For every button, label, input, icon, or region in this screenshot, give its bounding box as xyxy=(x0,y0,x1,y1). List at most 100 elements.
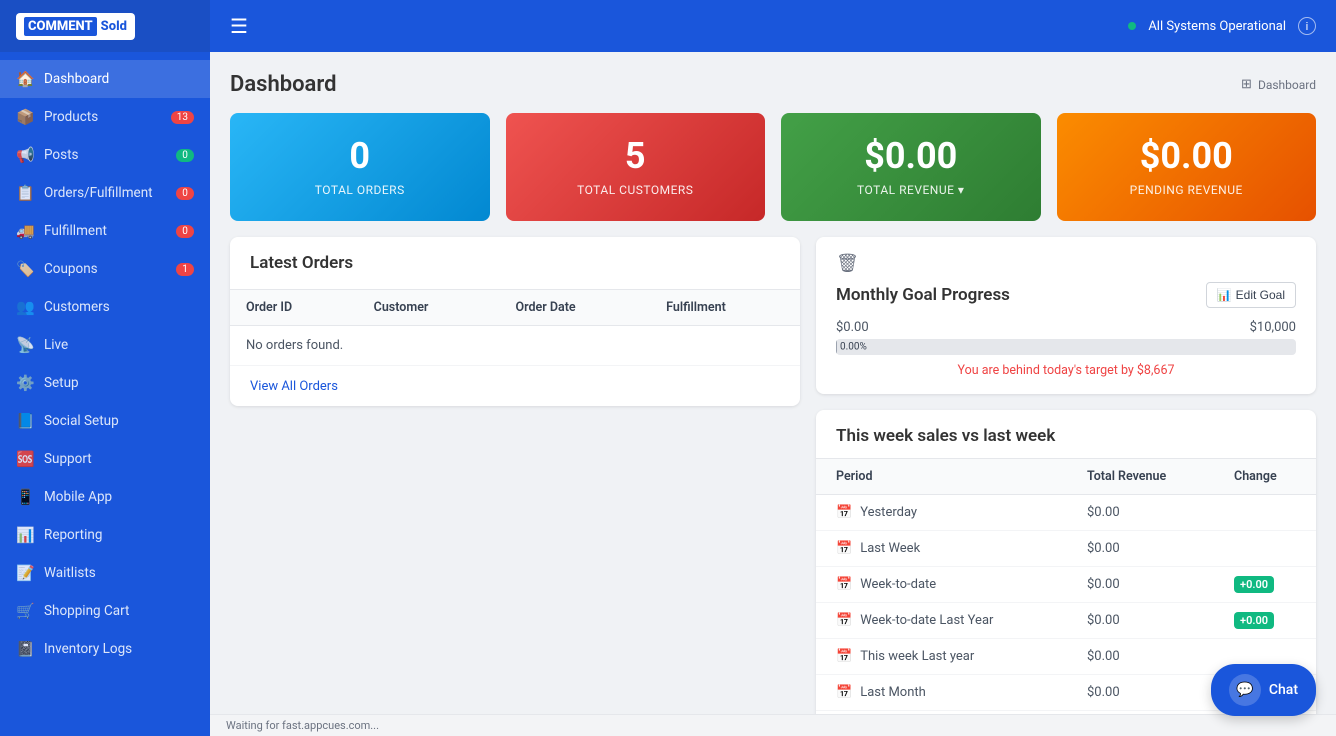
nav-label: Fulfillment xyxy=(44,223,107,239)
orders-col-order-id: Order ID xyxy=(230,290,358,326)
topbar: ☰ All Systems Operational i xyxy=(210,0,1336,52)
nav-icon: 📦 xyxy=(16,108,34,126)
nav-icon: 👥 xyxy=(16,298,34,316)
change-badge: +0.00 xyxy=(1234,576,1274,593)
weekly-row: 📅Last Week$0.00 xyxy=(816,531,1316,567)
latest-orders-header: Latest Orders xyxy=(230,237,800,290)
sidebar-item-products[interactable]: 📦 Products 13 xyxy=(0,98,210,136)
latest-orders-card: Latest Orders Order IDCustomerOrder Date… xyxy=(230,237,800,406)
status-bar-text: Waiting for fast.appcues.com... xyxy=(226,719,379,732)
nav-icon: 📘 xyxy=(16,412,34,430)
sidebar-item-posts[interactable]: 📢 Posts 0 xyxy=(0,136,210,174)
monthly-goal-card: 🗑 Monthly Goal Progress 📊 Edit Goal $0.0… xyxy=(816,237,1316,394)
calendar-icon: 📅 xyxy=(836,613,852,628)
chat-button[interactable]: 💬 Chat xyxy=(1211,664,1316,716)
sidebar-nav: 🏠 Dashboard 📦 Products 13📢 Posts 0📋 Orde… xyxy=(0,52,210,736)
orders-col-customer: Customer xyxy=(358,290,500,326)
info-icon[interactable]: i xyxy=(1298,17,1316,35)
stat-number: $0.00 xyxy=(1140,137,1233,177)
status-indicator xyxy=(1128,22,1136,30)
calendar-icon: 📅 xyxy=(836,577,852,592)
goal-header: Monthly Goal Progress 📊 Edit Goal xyxy=(836,282,1296,308)
sidebar-item-coupons[interactable]: 🏷️ Coupons 1 xyxy=(0,250,210,288)
stat-card-total-orders: 0 TOTAL ORDERS xyxy=(230,113,490,221)
status-text: All Systems Operational xyxy=(1148,19,1286,34)
chat-label: Chat xyxy=(1269,682,1298,698)
stat-number: 0 xyxy=(349,137,370,177)
sidebar-item-setup[interactable]: ⚙️ Setup xyxy=(0,364,210,402)
edit-goal-button[interactable]: 📊 Edit Goal xyxy=(1206,282,1296,308)
stat-number: $0.00 xyxy=(864,137,957,177)
orders-col-fulfillment: Fulfillment xyxy=(650,290,800,326)
goal-target: $10,000 xyxy=(1250,320,1296,335)
nav-icon: ⚙️ xyxy=(16,374,34,392)
nav-label: Inventory Logs xyxy=(44,641,132,657)
sidebar: COMMENT Sold 🏠 Dashboard 📦 Products 13📢 … xyxy=(0,0,210,736)
weekly-revenue: $0.00 xyxy=(1067,603,1214,639)
weekly-period: 📅Yesterday xyxy=(816,495,1067,531)
calendar-icon: 📅 xyxy=(836,541,852,556)
sidebar-item-live[interactable]: 📡 Live xyxy=(0,326,210,364)
nav-badge: 0 xyxy=(176,149,194,162)
logo[interactable]: COMMENT Sold xyxy=(0,0,210,52)
chat-icon: 💬 xyxy=(1229,674,1261,706)
nav-label: Coupons xyxy=(44,261,98,277)
view-all-orders[interactable]: View All Orders xyxy=(230,366,800,406)
sidebar-item-support[interactable]: 🆘 Support xyxy=(0,440,210,478)
weekly-period: 📅Week-to-date xyxy=(816,567,1067,603)
weekly-change: +0.00 xyxy=(1214,567,1316,603)
breadcrumb: ⊞ Dashboard xyxy=(1241,77,1316,92)
nav-icon: 📝 xyxy=(16,564,34,582)
sidebar-item-customers[interactable]: 👥 Customers xyxy=(0,288,210,326)
stat-label: PENDING REVENUE xyxy=(1130,183,1243,197)
sidebar-item-reporting[interactable]: 📊 Reporting xyxy=(0,516,210,554)
sidebar-item-waitlists[interactable]: 📝 Waitlists xyxy=(0,554,210,592)
weekly-revenue: $0.00 xyxy=(1067,494,1214,531)
nav-icon: 🚚 xyxy=(16,222,34,240)
progress-bar-background: 0.00% xyxy=(836,339,1296,355)
weekly-sales-title: This week sales vs last week xyxy=(816,410,1316,459)
hamburger-icon[interactable]: ☰ xyxy=(230,14,248,38)
sidebar-item-inventory-logs[interactable]: 📓 Inventory Logs xyxy=(0,630,210,668)
stat-card-pending-revenue: $0.00 PENDING REVENUE xyxy=(1057,113,1317,221)
goal-icon: 🗑 xyxy=(836,253,1296,274)
nav-label: Mobile App xyxy=(44,489,112,505)
nav-label: Support xyxy=(44,451,92,467)
sidebar-item-social-setup[interactable]: 📘 Social Setup xyxy=(0,402,210,440)
main-area: ☰ All Systems Operational i Dashboard ⊞ … xyxy=(210,0,1336,736)
logo-sold: Sold xyxy=(101,19,127,34)
breadcrumb-label: Dashboard xyxy=(1258,78,1316,92)
weekly-col-period: Period xyxy=(816,459,1067,495)
stat-label: TOTAL ORDERS xyxy=(315,183,405,197)
weekly-period: 📅Week-to-date Last Year xyxy=(816,603,1067,639)
nav-icon: 🛒 xyxy=(16,602,34,620)
calendar-icon: 📅 xyxy=(836,685,852,700)
content-area: Dashboard ⊞ Dashboard 0 TOTAL ORDERS 5 TO… xyxy=(210,52,1336,714)
sidebar-item-shopping-cart[interactable]: 🛒 Shopping Cart xyxy=(0,592,210,630)
right-column: 🗑 Monthly Goal Progress 📊 Edit Goal $0.0… xyxy=(816,237,1316,714)
latest-orders-body: Order IDCustomerOrder DateFulfillment No… xyxy=(230,290,800,406)
weekly-change xyxy=(1214,531,1316,567)
two-col-layout: Latest Orders Order IDCustomerOrder Date… xyxy=(230,237,1316,714)
nav-icon: 🆘 xyxy=(16,450,34,468)
sidebar-item-mobile-app[interactable]: 📱 Mobile App xyxy=(0,478,210,516)
breadcrumb-icon: ⊞ xyxy=(1241,77,1252,92)
sidebar-item-fulfillment[interactable]: 🚚 Fulfillment 0 xyxy=(0,212,210,250)
stat-number: 5 xyxy=(625,137,646,177)
weekly-row: 📅Yesterday$0.00 xyxy=(816,494,1316,531)
sidebar-item-dashboard[interactable]: 🏠 Dashboard xyxy=(0,60,210,98)
goal-current: $0.00 xyxy=(836,320,869,335)
sidebar-item-orders-fulfillment[interactable]: 📋 Orders/Fulfillment 0 xyxy=(0,174,210,212)
weekly-row: 📅Week-to-date$0.00+0.00 xyxy=(816,567,1316,603)
nav-label: Setup xyxy=(44,375,79,391)
weekly-period: 📅Last Month xyxy=(816,675,1067,711)
nav-icon: 📓 xyxy=(16,640,34,658)
weekly-period: 📅This week Last year xyxy=(816,639,1067,675)
view-all-link[interactable]: View All Orders xyxy=(250,379,338,394)
weekly-row: 📅Week-to-date Last Year$0.00+0.00 xyxy=(816,603,1316,639)
stat-label: TOTAL CUSTOMERS xyxy=(577,183,693,197)
weekly-col-total-revenue: Total Revenue xyxy=(1067,459,1214,495)
nav-badge: 13 xyxy=(171,111,194,124)
left-column: Latest Orders Order IDCustomerOrder Date… xyxy=(230,237,800,714)
nav-icon: 📊 xyxy=(16,526,34,544)
